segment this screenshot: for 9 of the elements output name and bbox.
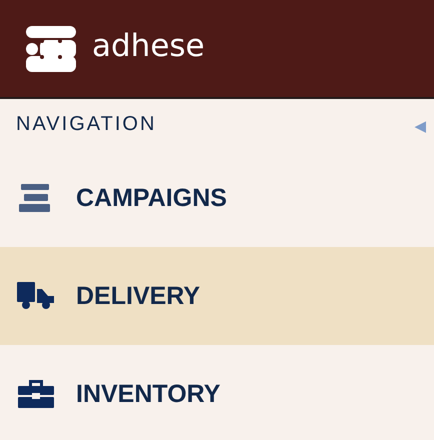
navigation-title: NAVIGATION — [16, 112, 156, 136]
toolbox-icon — [18, 380, 54, 408]
logo-icon — [26, 26, 76, 72]
truck-icon — [17, 282, 55, 310]
nav-item[interactable]: DELIVERY — [0, 247, 434, 345]
nav-item[interactable]: CAMPAIGNS — [0, 149, 434, 247]
stacked-bars-icon — [19, 184, 53, 212]
brand-name: adhese — [92, 28, 205, 64]
nav-item[interactable]: INVENTORY — [0, 345, 434, 440]
